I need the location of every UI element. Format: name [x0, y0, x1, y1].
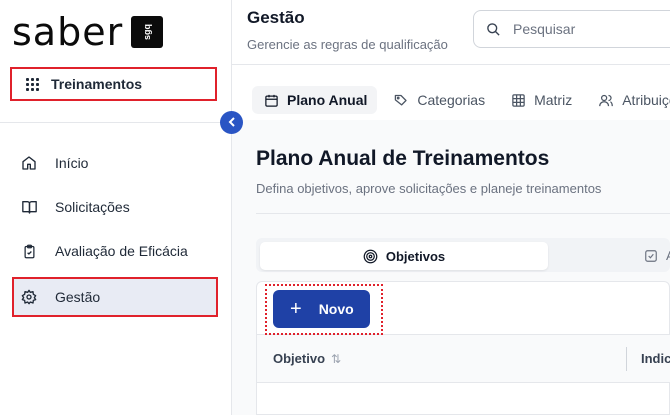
sidebar-item-avaliacao[interactable]: Avaliação de Eficácia	[8, 233, 218, 269]
module-selector-button[interactable]: Treinamentos	[10, 67, 217, 101]
chevron-left-icon	[228, 116, 236, 130]
tab-matriz[interactable]: Matriz	[501, 86, 582, 114]
tab-label: Plano Anual	[287, 92, 368, 108]
table-icon	[511, 93, 526, 108]
sort-icon[interactable]: ⇅	[331, 352, 341, 366]
search-icon	[486, 22, 501, 37]
column-header-indicador[interactable]: Indic	[641, 351, 670, 366]
sidebar-item-gestao[interactable]: Gestão	[12, 277, 218, 317]
header-title: Gestão	[247, 8, 305, 27]
column-label: Objetivo	[273, 351, 326, 366]
content-divider	[256, 213, 670, 214]
header-divider	[232, 64, 670, 65]
users-icon	[598, 93, 614, 108]
tab-bar: Plano Anual Categorias Matriz Atribuiçõ	[252, 86, 670, 114]
logo-badge: sgq	[131, 16, 164, 48]
logo-text: saber	[12, 10, 124, 54]
tab-label: Matriz	[534, 92, 573, 108]
page-title: Plano Anual de Treinamentos	[256, 147, 550, 170]
page-subtitle: Defina objetivos, aprove solicitações e …	[256, 181, 602, 196]
column-header-objetivo[interactable]: Objetivo ⇅	[273, 351, 341, 366]
tab-label: Categorias	[417, 92, 486, 108]
app-logo[interactable]: saber sgq	[12, 10, 164, 54]
search-placeholder: Pesquisar	[513, 21, 576, 37]
new-objective-button[interactable]: + Novo	[273, 290, 370, 328]
subtab-objetivos[interactable]: Objetivos	[260, 242, 548, 270]
module-label: Treinamentos	[51, 76, 143, 92]
subtab-label: Objetivos	[385, 248, 446, 264]
tab-atribuicoes[interactable]: Atribuiçõ	[588, 86, 670, 114]
sidebar-item-label: Solicitações	[55, 199, 130, 215]
tab-plano-anual[interactable]: Plano Anual	[252, 86, 378, 114]
sidebar-divider	[0, 122, 232, 123]
collapse-sidebar-button[interactable]	[220, 111, 243, 134]
objectives-table: Objetivo ⇅ Indic	[256, 335, 670, 415]
calendar-icon	[264, 93, 279, 108]
table-header: Objetivo ⇅ Indic	[257, 335, 670, 383]
tab-categorias[interactable]: Categorias	[383, 86, 495, 114]
gear-icon	[20, 288, 38, 306]
grid-icon	[26, 77, 39, 91]
clipboard-icon	[20, 242, 38, 260]
subtab-bar: Objetivos A	[256, 238, 670, 272]
column-separator	[626, 347, 627, 371]
column-label: Indic	[641, 351, 670, 366]
sidebar-item-inicio[interactable]: Início	[8, 145, 218, 181]
home-icon	[20, 154, 38, 172]
target-icon	[363, 249, 378, 264]
header-subtitle: Gerencie as regras de qualificação	[247, 37, 448, 52]
book-icon	[20, 198, 38, 216]
sidebar-item-label: Gestão	[55, 289, 101, 305]
sidebar-item-label: Início	[55, 155, 89, 171]
tag-icon	[393, 93, 409, 108]
subtab-second[interactable]: A	[644, 248, 670, 263]
new-button-label: Novo	[318, 301, 354, 317]
checkbox-icon	[644, 249, 658, 263]
plus-icon: +	[290, 298, 302, 320]
subtab-label: A	[666, 248, 670, 263]
sidebar: saber sgq Treinamentos Início Solicitaçõ…	[0, 0, 232, 415]
sidebar-item-solicitacoes[interactable]: Solicitações	[8, 189, 218, 225]
tab-label: Atribuiçõ	[622, 92, 670, 108]
sidebar-item-label: Avaliação de Eficácia	[55, 243, 188, 259]
search-input[interactable]: Pesquisar	[473, 10, 670, 48]
